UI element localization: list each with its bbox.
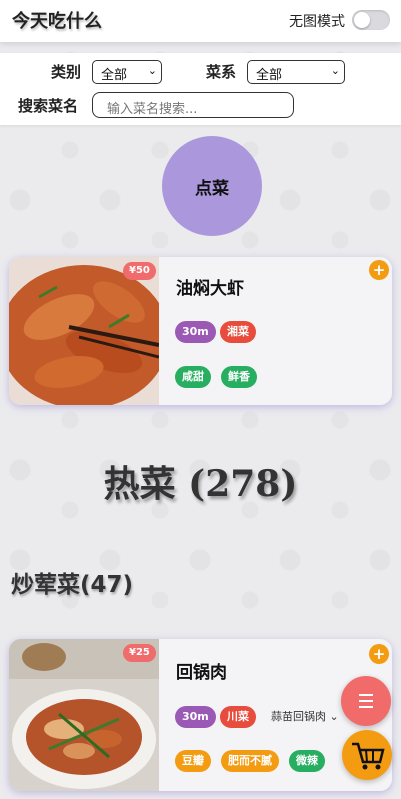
filter-panel: 类别 全部 ⌄ 菜系 全部 ⌄ 搜索菜名 输入菜名搜索... [0,53,401,125]
price-badge: ¥25 [123,644,156,662]
cuisine-select[interactable]: 全部 ⌄ [247,60,345,84]
category-label: 类别 [51,63,82,81]
variant-value: 蒜苗回锅肉 [271,710,326,723]
chevron-down-icon: ⌄ [329,710,339,723]
no-image-mode-label: 无图模式 [289,14,345,30]
tag-taste: 鲜香 [221,366,257,388]
tag-time: 30m [175,321,216,343]
variant-select[interactable]: 蒜苗回锅肉 ⌄ [271,708,339,724]
toggle-knob [354,12,370,28]
cart-icon [352,742,385,770]
cart-button[interactable] [342,730,392,780]
tag-time: 30m [175,706,216,728]
category-select-value: 全部 [101,68,128,83]
menu-icon [359,694,373,708]
top-bar: 今天吃什么 无图模式 [0,0,401,42]
category-select[interactable]: 全部 ⌄ [92,60,162,84]
tag-taste: 微辣 [289,750,325,772]
tag-taste: 豆瓣 [175,750,211,772]
dish-name: 回锅肉 [176,663,227,683]
cuisine-select-value: 全部 [256,68,283,83]
chevron-down-icon: ⌄ [330,64,340,77]
no-image-mode-toggle[interactable] [352,10,390,30]
order-button[interactable]: 点菜 [162,136,262,236]
dish-card[interactable]: ¥25 回锅肉 + 30m 川菜 蒜苗回锅肉 ⌄ 豆瓣 肥而不腻 微辣 [9,639,392,791]
tag-taste: 咸甜 [175,366,211,388]
tag-taste: 肥而不腻 [221,750,279,772]
menu-button[interactable] [341,676,391,726]
app-title: 今天吃什么 [12,11,102,32]
dish-name: 油焖大虾 [176,279,244,299]
search-label: 搜索菜名 [18,97,79,115]
dish-card[interactable]: ¥50 油焖大虾 + 30m 湘菜 咸甜 鲜香 [9,257,392,405]
category-heading: 热菜 (278) [103,463,298,505]
search-placeholder: 输入菜名搜索... [107,102,198,117]
tag-cuisine: 川菜 [220,706,256,728]
chevron-down-icon: ⌄ [147,64,157,77]
cuisine-label: 菜系 [206,63,237,81]
search-input[interactable]: 输入菜名搜索... [92,92,294,118]
plus-icon[interactable]: + [369,644,389,664]
subcategory-heading: 炒荤菜(47) [11,572,134,598]
plus-icon[interactable]: + [369,260,389,280]
tag-cuisine: 湘菜 [220,321,256,343]
price-badge: ¥50 [123,262,156,280]
